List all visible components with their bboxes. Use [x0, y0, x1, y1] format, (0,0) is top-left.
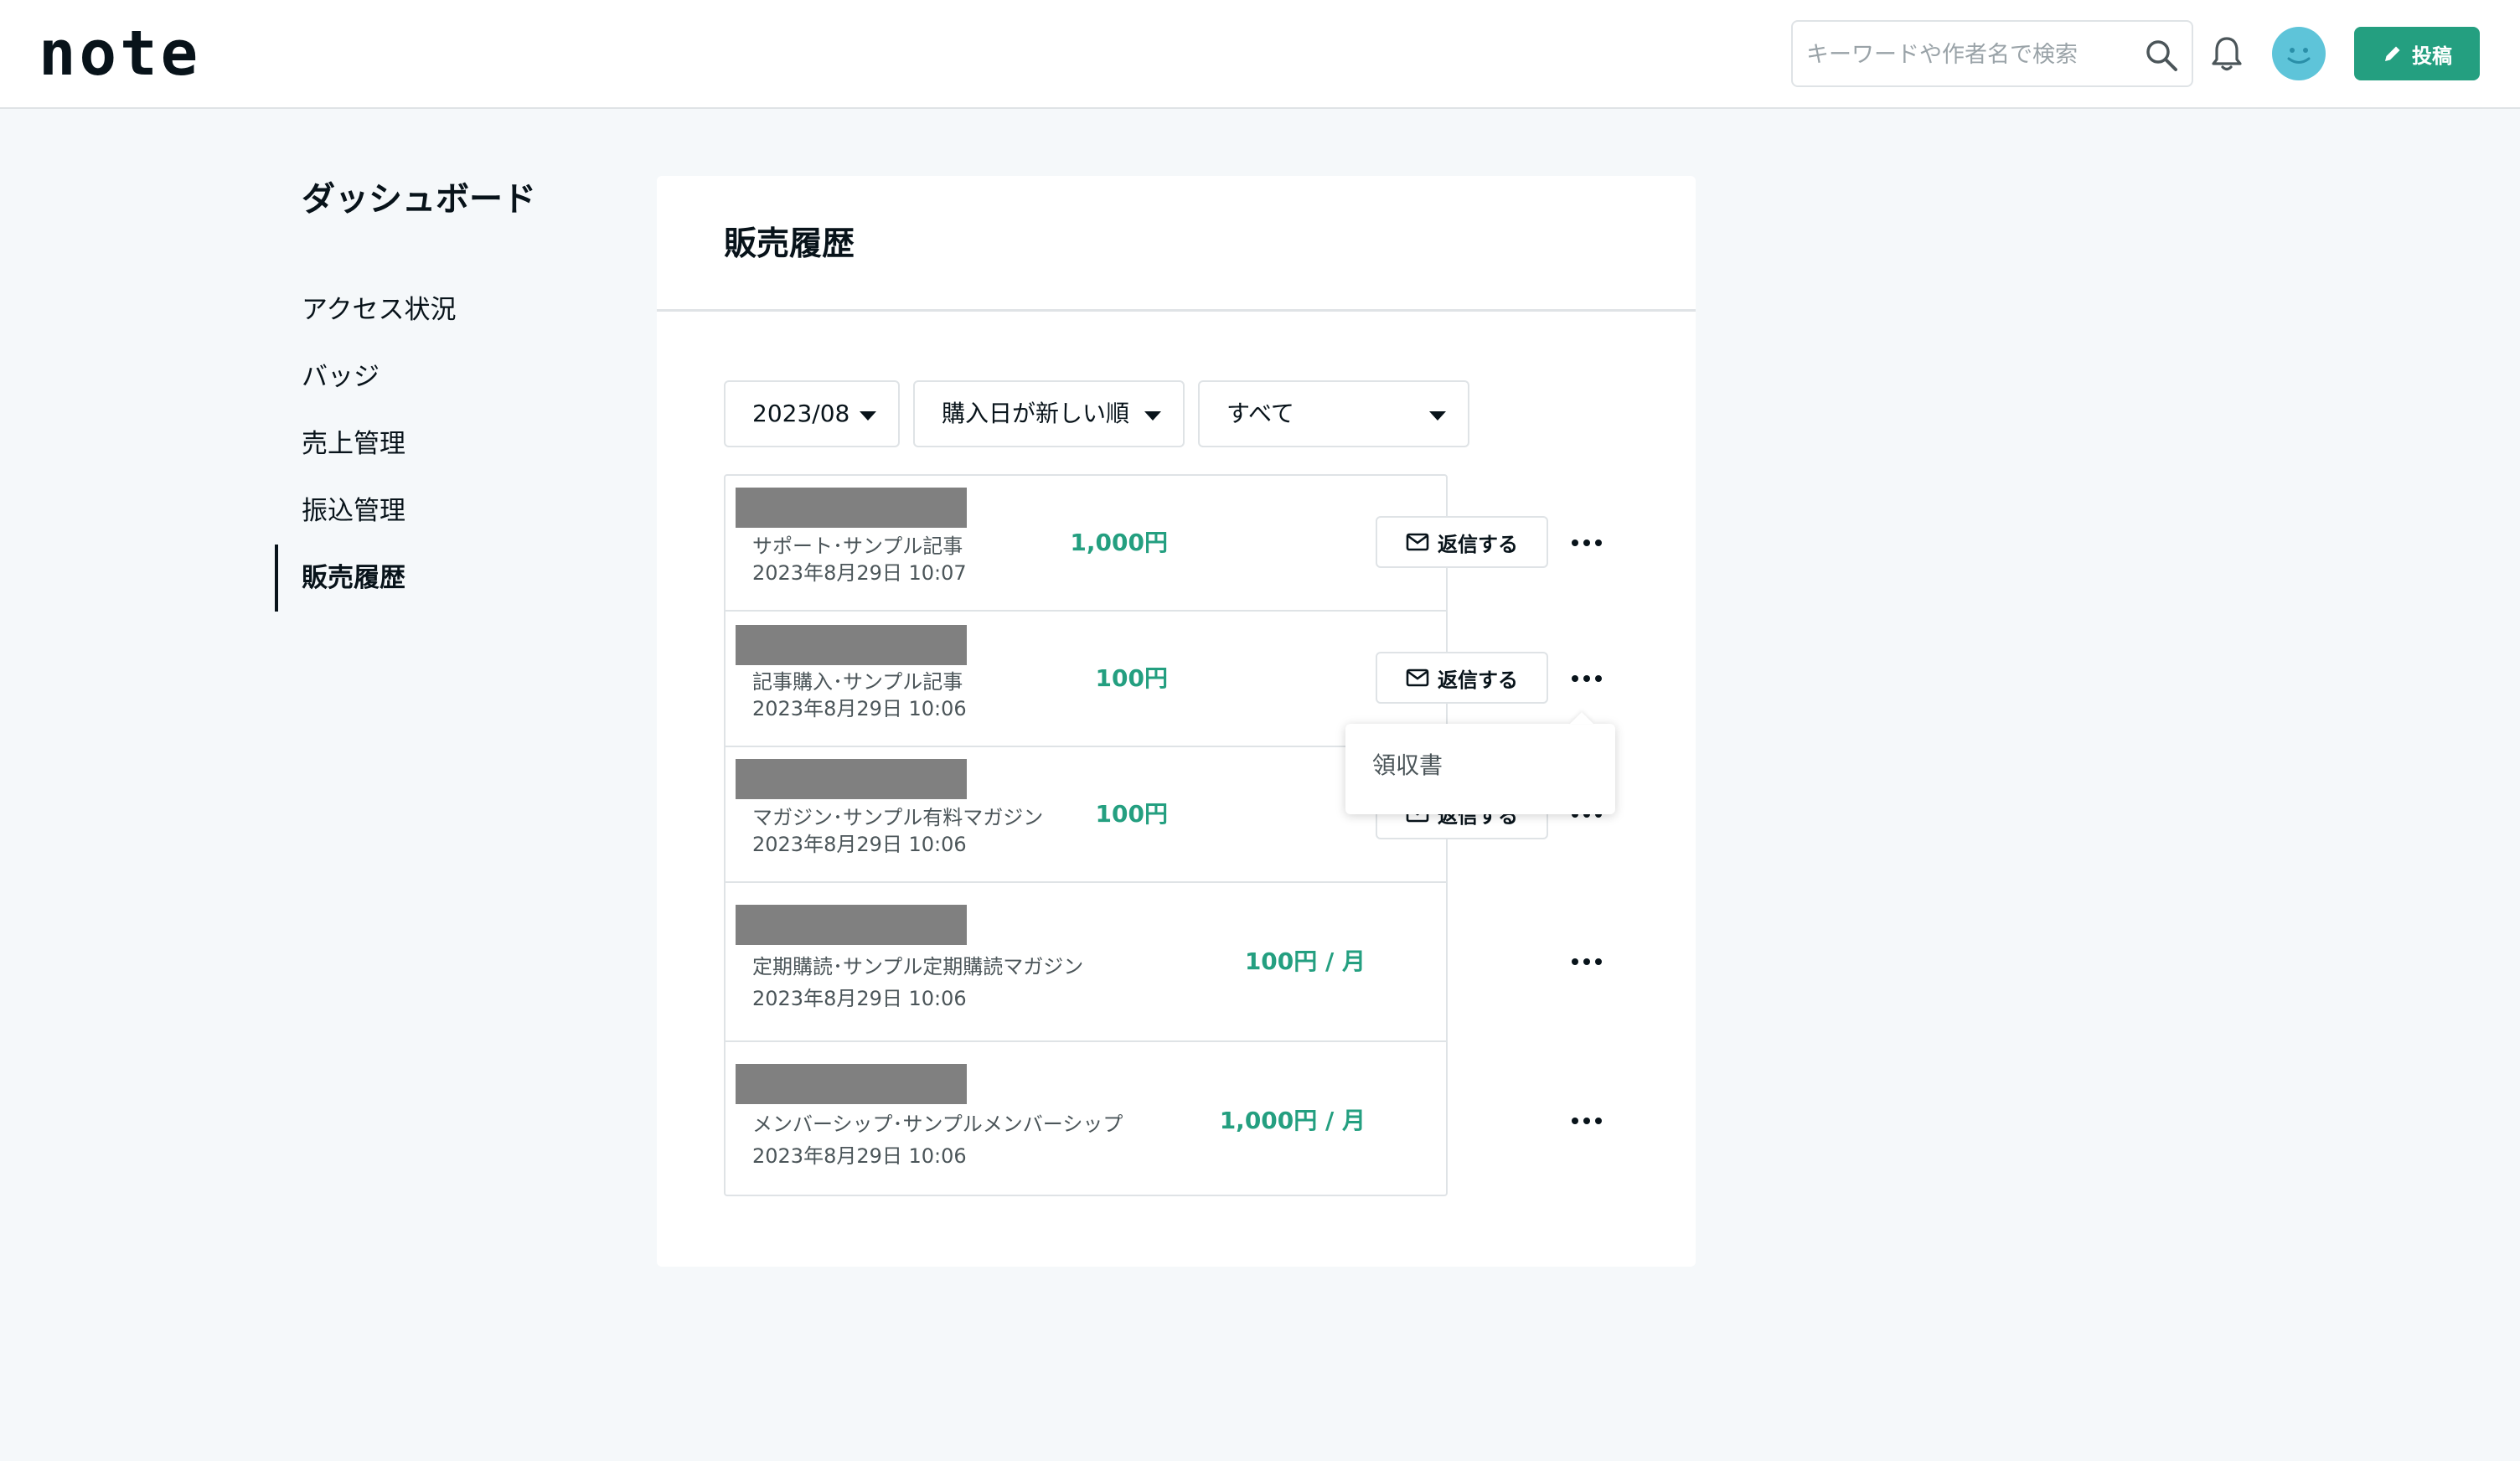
sale-description: メンバーシップ･サンプルメンバーシップ — [752, 1113, 1123, 1136]
sale-price: 100円 — [1095, 664, 1168, 692]
sale-description: サポート･サンプル記事 — [752, 534, 963, 558]
sidebar-item-transfers[interactable]: 振込管理 — [275, 478, 610, 545]
avatar[interactable] — [2272, 27, 2326, 80]
month-select-value: 2023/08 — [752, 400, 850, 427]
sidebar-title: ダッシュボード — [302, 180, 536, 219]
chevron-down-icon — [1144, 411, 1161, 421]
search-input[interactable] — [1806, 34, 2125, 75]
redacted-title — [736, 905, 967, 945]
list-item: サポート･サンプル記事 2023年8月29日 10:07 1,000円 返信する — [726, 476, 1602, 612]
top-header: note 投稿 — [0, 0, 2520, 109]
sale-date: 2023年8月29日 10:06 — [752, 833, 967, 856]
list-item: 記事購入･サンプル記事 2023年8月29日 10:06 100円 返信する — [726, 612, 1602, 747]
page-title: 販売履歴 — [724, 225, 855, 263]
sidebar-item-sales-history[interactable]: 販売履歴 — [275, 545, 610, 612]
redacted-title — [736, 759, 967, 799]
sales-list: サポート･サンプル記事 2023年8月29日 10:07 1,000円 返信する… — [724, 474, 1602, 1198]
sort-select[interactable]: 購入日が新しい順 — [913, 380, 1185, 447]
sale-description: マガジン･サンプル有料マガジン — [752, 806, 1044, 829]
more-options-button[interactable] — [1563, 662, 1610, 695]
list-item: マガジン･サンプル有料マガジン 2023年8月29日 10:06 100円 返信… — [726, 747, 1602, 883]
list-item: 定期購読･サンプル定期購読マガジン 2023年8月29日 10:06 100円 … — [726, 883, 1602, 1042]
sidebar-item-badges[interactable]: バッジ — [275, 343, 610, 410]
note-logo[interactable]: note — [39, 20, 201, 87]
post-button[interactable]: 投稿 — [2354, 27, 2480, 80]
sale-description: 定期購読･サンプル定期購読マガジン — [752, 955, 1084, 978]
sidebar-item-sales[interactable]: 売上管理 — [275, 410, 610, 478]
more-options-button[interactable] — [1563, 945, 1610, 978]
reply-button[interactable]: 返信する — [1376, 652, 1548, 704]
search-box[interactable] — [1791, 20, 2193, 87]
sale-price: 1,000円 / 月 — [1219, 1107, 1366, 1134]
mail-icon — [1406, 533, 1429, 551]
sidebar-item-access[interactable]: アクセス状況 — [275, 276, 610, 343]
sale-date: 2023年8月29日 10:06 — [752, 697, 967, 720]
reply-button-label: 返信する — [1438, 532, 1518, 556]
reply-button[interactable]: 返信する — [1376, 516, 1548, 568]
month-select[interactable]: 2023/08 — [724, 380, 900, 447]
post-button-label: 投稿 — [2412, 44, 2452, 68]
bell-icon[interactable] — [2208, 34, 2245, 74]
more-options-button[interactable] — [1563, 1104, 1610, 1138]
type-select-value: すべて — [1226, 400, 1294, 427]
chevron-down-icon — [1429, 411, 1446, 421]
sale-date: 2023年8月29日 10:06 — [752, 987, 967, 1010]
sales-history-card: 販売履歴 2023/08 購入日が新しい順 すべて サポート･サンプル記事 20… — [657, 176, 1696, 1267]
smile-face-icon — [2287, 48, 2311, 64]
search-icon[interactable] — [2143, 37, 2180, 74]
sort-select-value: 購入日が新しい順 — [942, 400, 1130, 427]
mail-icon — [1406, 669, 1429, 687]
sale-description: 記事購入･サンプル記事 — [752, 670, 963, 694]
pencil-icon — [2385, 46, 2400, 61]
more-options-button[interactable] — [1563, 526, 1610, 560]
sale-price: 1,000円 — [1070, 529, 1168, 556]
redacted-title — [736, 625, 967, 665]
redacted-title — [736, 488, 967, 528]
sale-date: 2023年8月29日 10:07 — [752, 561, 967, 585]
more-options-menu: 領収書 — [1345, 724, 1615, 814]
redacted-title — [736, 1064, 967, 1104]
sale-price: 100円 — [1095, 800, 1168, 828]
chevron-down-icon — [860, 411, 876, 421]
card-header: 販売履歴 — [657, 176, 1696, 312]
type-select[interactable]: すべて — [1198, 380, 1469, 447]
sidebar-nav: アクセス状況 バッジ 売上管理 振込管理 販売履歴 — [275, 276, 610, 612]
list-item: メンバーシップ･サンプルメンバーシップ 2023年8月29日 10:06 1,0… — [726, 1042, 1602, 1198]
receipt-menu-item[interactable]: 領収書 — [1372, 749, 1443, 782]
reply-button-label: 返信する — [1438, 668, 1518, 692]
sale-date: 2023年8月29日 10:06 — [752, 1144, 967, 1168]
sale-price: 100円 / 月 — [1244, 947, 1366, 975]
